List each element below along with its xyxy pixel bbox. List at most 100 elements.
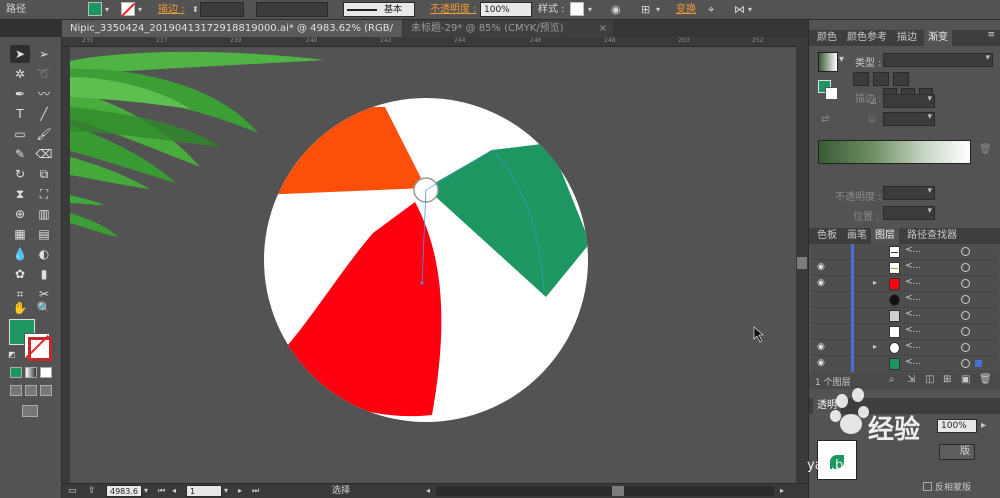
zoom-tool-icon[interactable]: 🔍 (34, 299, 54, 317)
tab-gradient[interactable]: 渐变 (924, 30, 952, 46)
angle-dropdown[interactable] (883, 94, 935, 108)
vertical-scroll-thumb[interactable] (797, 257, 807, 269)
scroll-left-icon[interactable]: ◂ (426, 485, 430, 497)
arrange-icon[interactable]: ⋈ (734, 2, 745, 17)
artboard-canvas[interactable] (70, 47, 796, 483)
eye-icon[interactable]: ◉ (817, 342, 827, 352)
gradient-preview-dropdown-icon[interactable]: ▾ (839, 54, 844, 65)
rotate-tool-icon[interactable]: ↻ (10, 165, 30, 183)
tab-layers[interactable]: 图层 (871, 228, 899, 244)
zoom-dropdown-icon[interactable]: ▾ (144, 485, 148, 497)
share-icon[interactable]: ⇪ (88, 485, 96, 497)
next-artboard-icon[interactable]: ▸ (238, 485, 242, 497)
shape-builder-tool-icon[interactable]: ⊕ (10, 205, 30, 223)
paintbrush-tool-icon[interactable]: 🖌 (34, 125, 54, 143)
opacity-field[interactable]: 100% (480, 2, 532, 17)
type-tool-icon[interactable]: T (10, 105, 30, 123)
panel-menu-icon[interactable]: ≡ (987, 30, 995, 40)
gradient-stroke-swatch[interactable] (825, 87, 838, 100)
symbol-sprayer-tool-icon[interactable]: ✿ (10, 265, 30, 283)
list-item[interactable]: ◉ ▸ <... (811, 276, 999, 292)
gradient-type-dropdown[interactable] (883, 53, 993, 67)
align-icon[interactable]: ⊞ (641, 2, 650, 17)
scroll-right-icon[interactable]: ▸ (780, 485, 784, 497)
reverse-gradient-icon[interactable]: ⇄ (821, 114, 829, 125)
align-dropdown-icon[interactable]: ▾ (656, 2, 660, 17)
stop-position-dropdown[interactable] (883, 206, 935, 220)
chart-tool-icon[interactable]: ▥ (34, 205, 54, 223)
eye-icon[interactable]: ◉ (817, 358, 827, 368)
stroke-dropdown-icon[interactable]: ▾ (138, 2, 142, 17)
eye-icon[interactable]: ◉ (817, 262, 827, 272)
eye-icon[interactable]: ◉ (817, 278, 827, 288)
hand-tool-icon[interactable]: ✋ (10, 299, 30, 317)
list-item[interactable]: <... (811, 308, 999, 324)
target-icon[interactable] (961, 327, 970, 336)
column-graph-tool-icon[interactable]: ▮ (34, 265, 54, 283)
stroke-weight-field[interactable] (200, 2, 244, 17)
beach-ball[interactable] (190, 98, 590, 422)
list-item[interactable]: <... (811, 292, 999, 308)
target-icon[interactable] (961, 263, 970, 272)
pencil-tool-icon[interactable]: ✎ (10, 145, 30, 163)
gradient-preview[interactable] (818, 52, 838, 72)
target-icon[interactable] (961, 343, 970, 352)
list-item[interactable]: <... (811, 324, 999, 340)
draw-normal-icon[interactable] (10, 385, 22, 396)
anchor-point[interactable] (420, 281, 424, 285)
tab-brushes[interactable]: 画笔 (843, 228, 871, 244)
transform-link[interactable]: 变换 (676, 2, 696, 17)
tab-document-active[interactable]: Nipic_3350424_20190413172918819000.ai* @… (62, 20, 402, 51)
curvature-tool-icon[interactable]: 〰 (34, 85, 54, 103)
target-icon[interactable] (961, 311, 970, 320)
rectangle-tool-icon[interactable]: ▭ (10, 125, 30, 143)
horizontal-scroll-thumb[interactable] (612, 486, 624, 496)
expand-arrow-icon[interactable]: ▸ (873, 278, 877, 287)
screen-mode-icon[interactable] (22, 405, 38, 417)
prev-artboard-icon[interactable]: ◂ (172, 485, 176, 497)
scale-tool-icon[interactable]: ⧉ (34, 165, 54, 183)
target-icon[interactable] (961, 295, 970, 304)
magic-wand-tool-icon[interactable]: ✲ (10, 65, 30, 83)
stroke-color-swatch[interactable] (24, 333, 52, 361)
selection-tool-icon[interactable]: ➤ (10, 45, 30, 63)
stop-opacity-dropdown[interactable] (883, 186, 935, 200)
close-icon[interactable]: × (599, 20, 607, 37)
fill-dropdown-icon[interactable]: ▾ (105, 2, 109, 17)
delete-stop-icon[interactable]: 🗑 (979, 144, 992, 155)
eraser-tool-icon[interactable]: ⌫ (34, 145, 54, 163)
stroke-swatch[interactable] (120, 2, 136, 18)
default-colors-icon[interactable]: ◩ (8, 350, 16, 359)
mesh-tool-icon[interactable]: ▦ (10, 225, 30, 243)
tab-pathfinder[interactable]: 路径查找器 (903, 228, 961, 244)
gradient-slider[interactable] (818, 140, 971, 164)
artboard-nav-icon[interactable]: ▭ (68, 485, 77, 497)
last-artboard-icon[interactable]: ⏭ (252, 485, 259, 497)
variable-width-dropdown[interactable] (256, 2, 328, 17)
tab-color-guide[interactable]: 颜色参考 (843, 30, 891, 46)
list-item[interactable]: <... (811, 244, 999, 260)
list-item[interactable]: ◉ <... (811, 260, 999, 276)
gradient-mode-icon[interactable] (25, 367, 37, 378)
tab-document-inactive[interactable]: 未标题-29* @ 85% (CMYK/预览) × (403, 20, 613, 37)
target-icon[interactable] (961, 279, 970, 288)
pen-tool-icon[interactable]: ✒ (10, 85, 30, 103)
target-icon[interactable] (961, 359, 970, 368)
gradient-linear-icon[interactable] (853, 72, 869, 86)
recolor-icon[interactable]: ◉ (611, 2, 621, 17)
target-icon[interactable] (961, 247, 970, 256)
draw-behind-icon[interactable] (25, 385, 37, 396)
draw-inside-icon[interactable] (40, 385, 52, 396)
expand-arrow-icon[interactable]: ▸ (873, 342, 877, 351)
list-item[interactable]: ◉ ▸ <... (811, 340, 999, 356)
free-transform-tool-icon[interactable]: ⛶ (34, 185, 54, 203)
fill-swatch[interactable] (88, 2, 102, 16)
list-item[interactable]: ◉ <... (811, 356, 999, 372)
color-mode-icon[interactable] (10, 367, 22, 378)
isolate-icon[interactable]: ⌖ (708, 2, 714, 17)
artboard-dropdown-icon[interactable]: ▾ (224, 485, 228, 497)
stroke-stepper-icon[interactable]: ⬍ (192, 2, 199, 17)
zoom-field[interactable]: 4983.6 (106, 485, 142, 497)
aspect-ratio-dropdown[interactable] (883, 112, 935, 126)
brush-definition-dropdown[interactable]: 基本 (343, 2, 415, 17)
